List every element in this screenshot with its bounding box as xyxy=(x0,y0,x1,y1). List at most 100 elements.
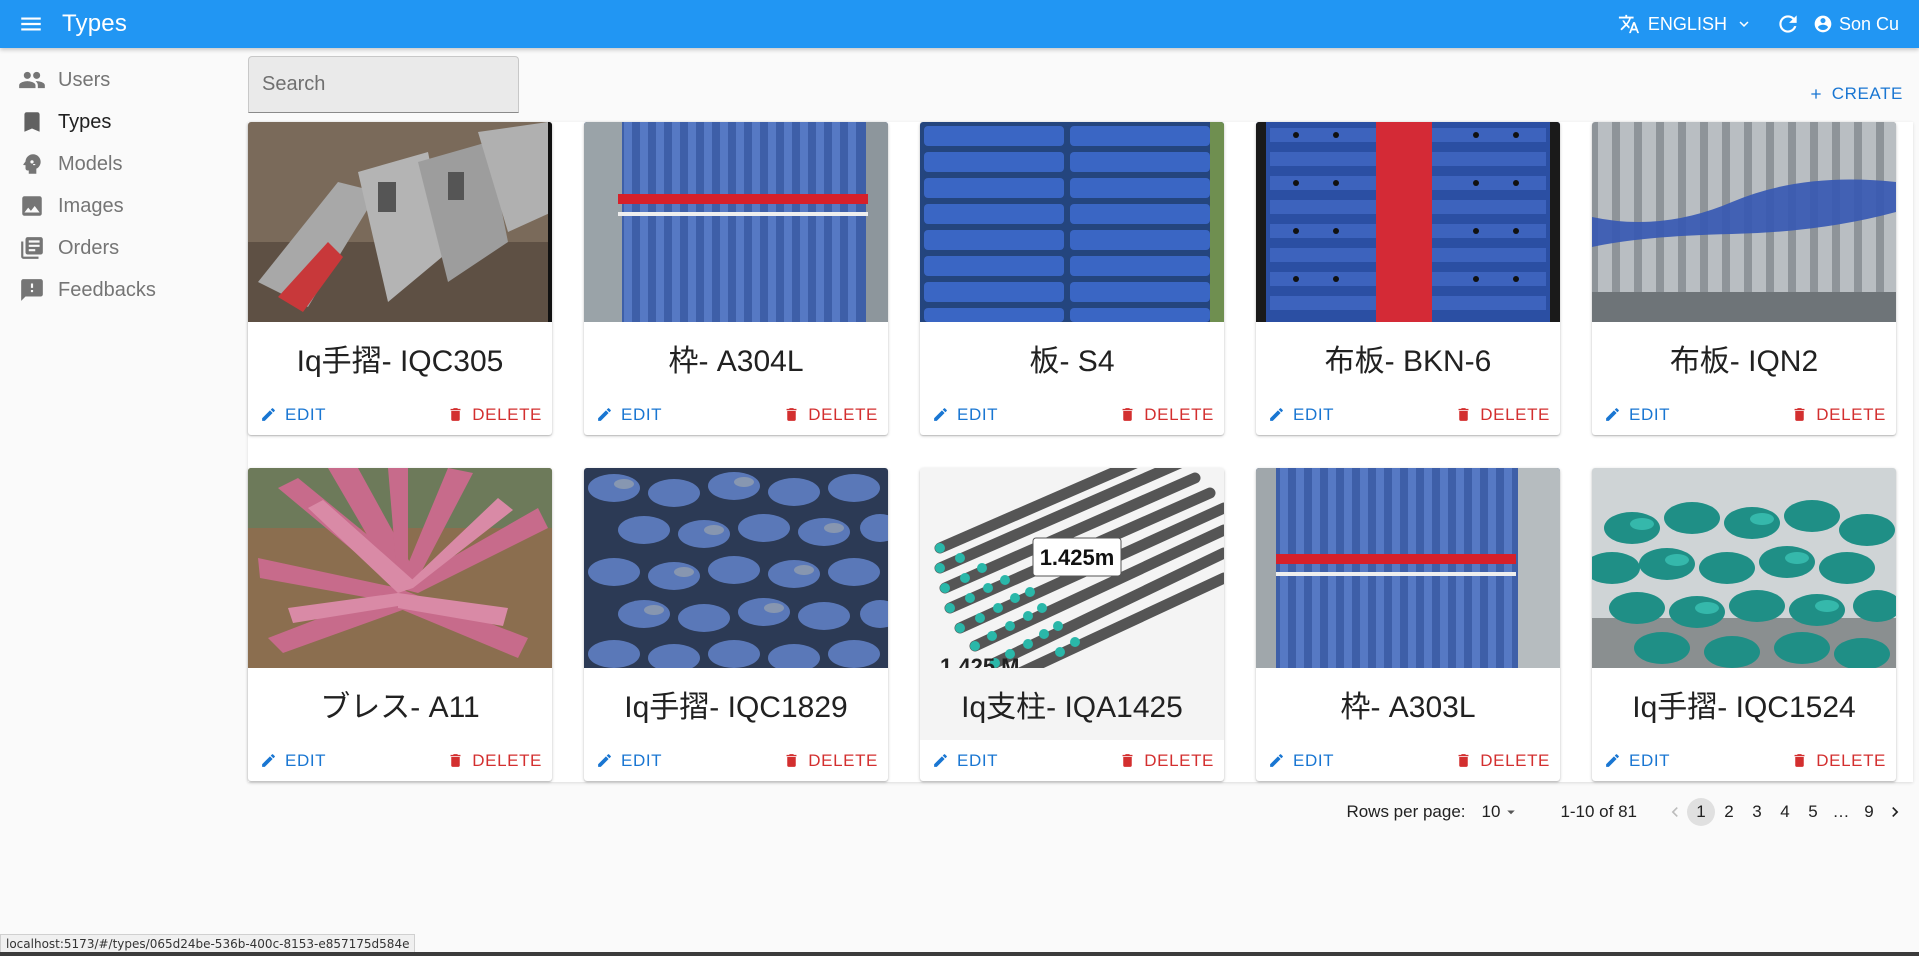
edit-button[interactable]: EDIT xyxy=(1268,751,1334,771)
type-name: 枠- A304L xyxy=(668,345,804,378)
sidebar: Users Types Models Images Orders Feedbac… xyxy=(0,59,230,311)
chevron-right-icon xyxy=(1892,807,1899,817)
sidebar-item-images[interactable]: Images xyxy=(0,185,230,227)
edit-button[interactable]: EDIT xyxy=(1268,405,1334,425)
delete-label: DELETE xyxy=(472,404,542,424)
user-menu-button[interactable]: Son Cu xyxy=(1813,14,1907,35)
trash-icon xyxy=(1458,754,1469,767)
delete-button[interactable]: DELETE xyxy=(783,405,878,425)
type-photo xyxy=(1592,468,1896,668)
type-name: 枠- A303L xyxy=(1340,691,1476,724)
type-card[interactable]: 布板- BKN-6 EDIT DELETE xyxy=(1256,122,1560,435)
delete-button[interactable]: DELETE xyxy=(1455,405,1550,425)
delete-label: DELETE xyxy=(1480,750,1550,770)
delete-button[interactable]: DELETE xyxy=(1119,751,1214,771)
type-photo xyxy=(1256,468,1560,668)
menu-button[interactable] xyxy=(0,0,62,48)
next-page-button[interactable] xyxy=(1883,802,1907,822)
type-card[interactable]: ブレス- A11 EDIT DELETE xyxy=(248,468,552,781)
type-name: 板- S4 xyxy=(1029,345,1115,378)
type-card[interactable]: Iq手摺- IQC1829 EDIT DELETE xyxy=(584,468,888,781)
delete-button[interactable]: DELETE xyxy=(447,751,542,771)
type-card[interactable]: 布板- IQN2 EDIT DELETE xyxy=(1592,122,1896,435)
edit-label: EDIT xyxy=(1629,404,1671,424)
edit-button[interactable]: EDIT xyxy=(260,405,326,425)
delete-label: DELETE xyxy=(1144,404,1214,424)
page-button[interactable]: 1 xyxy=(1687,798,1715,826)
sidebar-item-feedbacks[interactable]: Feedbacks xyxy=(0,269,230,311)
type-photo xyxy=(1592,122,1896,322)
create-button[interactable]: CREATE xyxy=(1808,84,1903,104)
sidebar-item-types[interactable]: Types xyxy=(0,101,230,143)
types-grid: Iq手摺- IQC305 EDIT DELETE 枠- A304L EDIT D… xyxy=(248,122,1913,782)
previous-page-button[interactable] xyxy=(1663,802,1687,822)
edit-label: EDIT xyxy=(285,750,327,770)
type-card[interactable]: 板- S4 EDIT DELETE xyxy=(920,122,1224,435)
page-button[interactable]: 9 xyxy=(1855,798,1883,826)
delete-button[interactable]: DELETE xyxy=(783,751,878,771)
refresh-button[interactable] xyxy=(1763,0,1813,48)
status-bar-url: localhost:5173/#/types/065d24be-536b-400… xyxy=(0,934,416,954)
delete-label: DELETE xyxy=(1480,404,1550,424)
page-button[interactable]: 4 xyxy=(1771,798,1799,826)
pagination-range: 1-10 of 81 xyxy=(1560,802,1637,821)
delete-label: DELETE xyxy=(1144,750,1214,770)
edit-label: EDIT xyxy=(1293,404,1335,424)
type-card[interactable]: Iq手摺- IQC305 EDIT DELETE xyxy=(248,122,552,435)
edit-button[interactable]: EDIT xyxy=(260,751,326,771)
search-field[interactable] xyxy=(248,56,519,113)
type-name: 布板- IQN2 xyxy=(1669,345,1819,378)
trash-icon xyxy=(1122,408,1133,421)
delete-button[interactable]: DELETE xyxy=(1119,405,1214,425)
sidebar-item-label: Images xyxy=(58,194,124,217)
pencil-icon xyxy=(1606,408,1619,421)
photo-label-lower: 1.425 M xyxy=(940,654,1020,668)
sidebar-item-users[interactable]: Users xyxy=(0,59,230,101)
type-card[interactable]: 1.425m 1.425 M Iq支柱- IQA1425 EDIT DELETE xyxy=(920,468,1224,781)
edit-label: EDIT xyxy=(285,404,327,424)
pencil-icon xyxy=(1270,754,1283,767)
rows-per-page-select[interactable]: 10 xyxy=(1482,802,1521,822)
page-button[interactable]: 2 xyxy=(1715,798,1743,826)
pencil-icon xyxy=(262,408,275,421)
pagination-ellipsis: … xyxy=(1832,802,1850,821)
edit-button[interactable]: EDIT xyxy=(932,751,998,771)
edit-button[interactable]: EDIT xyxy=(1604,405,1670,425)
type-photo xyxy=(584,122,888,322)
delete-label: DELETE xyxy=(808,750,878,770)
account-circle-icon xyxy=(1814,15,1832,33)
edit-button[interactable]: EDIT xyxy=(1604,751,1670,771)
edit-button[interactable]: EDIT xyxy=(596,751,662,771)
page-button[interactable]: 5 xyxy=(1799,798,1827,826)
edit-label: EDIT xyxy=(1629,750,1671,770)
type-card[interactable]: 枠- A303L EDIT DELETE xyxy=(1256,468,1560,781)
edit-button[interactable]: EDIT xyxy=(596,405,662,425)
menu-icon xyxy=(21,17,41,31)
refresh-icon xyxy=(1779,15,1797,33)
type-name: Iq手摺- IQC1524 xyxy=(1632,691,1856,724)
page-button[interactable]: 3 xyxy=(1743,798,1771,826)
edit-button[interactable]: EDIT xyxy=(932,405,998,425)
bookmark-icon xyxy=(17,108,46,137)
type-photo xyxy=(920,122,1224,322)
type-card[interactable]: 枠- A304L EDIT DELETE xyxy=(584,122,888,435)
trash-icon xyxy=(1794,754,1805,767)
delete-label: DELETE xyxy=(1816,750,1886,770)
sidebar-item-orders[interactable]: Orders xyxy=(0,227,230,269)
pagination: Rows per page: 10 1-10 of 81 1 2 3 4 5 …… xyxy=(0,796,1919,828)
language-button[interactable]: ENGLISH xyxy=(1608,13,1763,35)
type-card[interactable]: Iq手摺- IQC1524 EDIT DELETE xyxy=(1592,468,1896,781)
delete-button[interactable]: DELETE xyxy=(1455,751,1550,771)
delete-button[interactable]: DELETE xyxy=(1791,405,1886,425)
delete-label: DELETE xyxy=(1816,404,1886,424)
pencil-icon xyxy=(934,754,947,767)
delete-button[interactable]: DELETE xyxy=(447,405,542,425)
search-input[interactable] xyxy=(249,57,518,112)
sidebar-item-label: Feedbacks xyxy=(58,278,156,301)
plus-icon xyxy=(1811,89,1821,99)
delete-button[interactable]: DELETE xyxy=(1791,751,1886,771)
type-photo xyxy=(584,468,888,668)
sidebar-item-models[interactable]: Models xyxy=(0,143,230,185)
type-name: Iq手摺- IQC305 xyxy=(296,345,504,378)
pencil-icon xyxy=(1606,754,1619,767)
